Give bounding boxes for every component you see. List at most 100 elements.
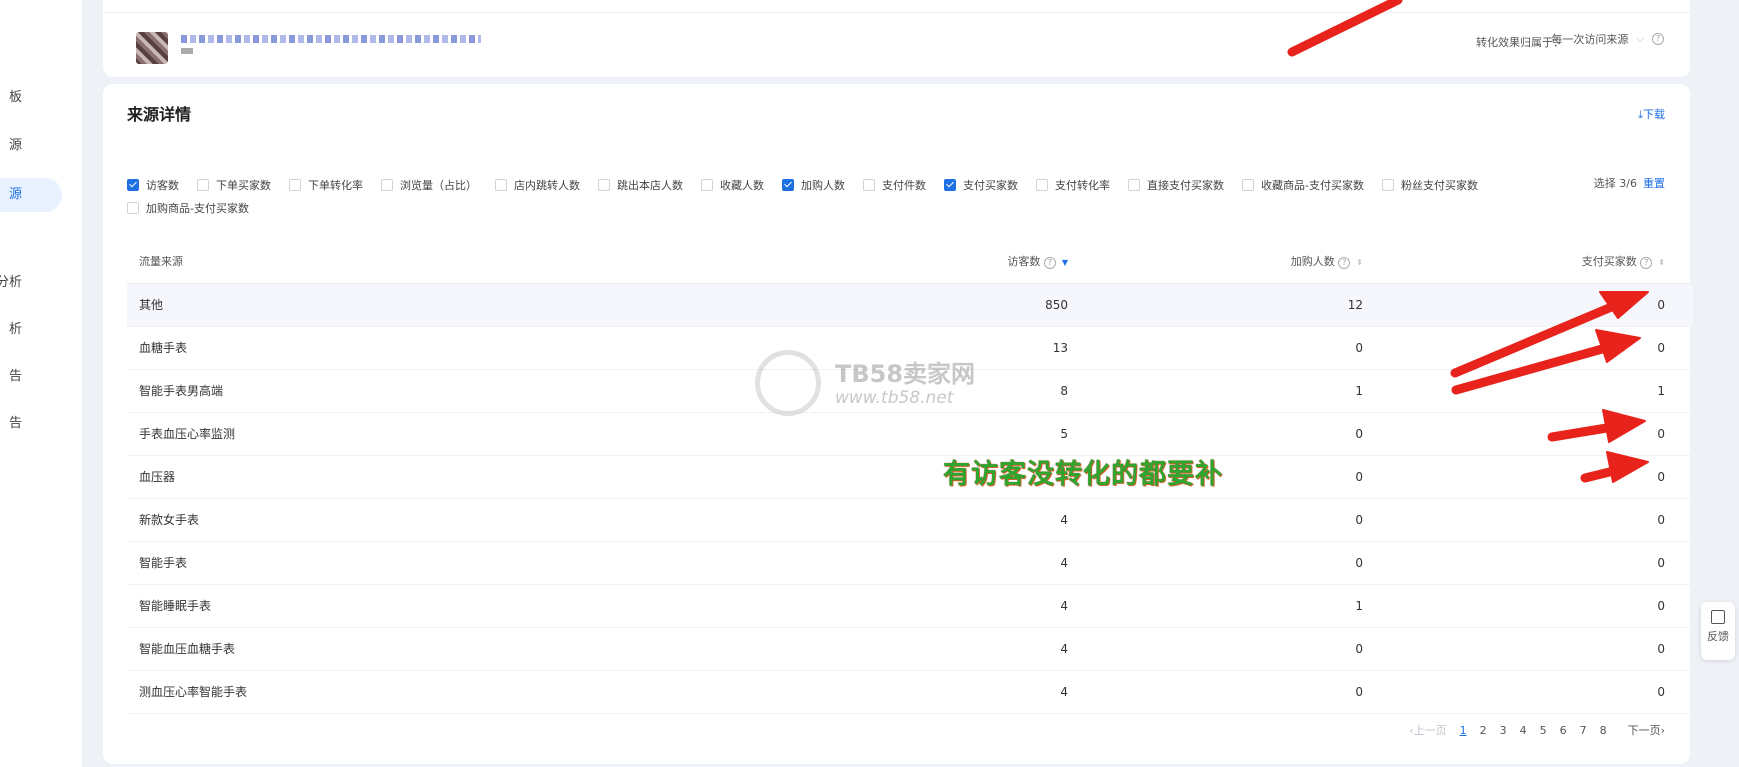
- selection-count-text: 选择 3/6: [1593, 177, 1637, 190]
- table-row[interactable]: 其他 850 12 0: [127, 284, 1693, 327]
- cell-source: 其他: [139, 298, 164, 312]
- filter-in-store-jumps[interactable]: 店内跳转人数: [495, 177, 580, 193]
- sidebar-item-report-2[interactable]: 告: [0, 407, 70, 441]
- filter-cart-item-paying[interactable]: 加购商品-支付买家数: [127, 200, 249, 216]
- table-row[interactable]: 新款女手表 4 0 0: [127, 499, 1693, 542]
- cell-visitors: 4: [1060, 556, 1068, 570]
- help-icon[interactable]: ?: [1338, 257, 1351, 269]
- checkbox[interactable]: [1036, 178, 1048, 191]
- filter-order-buyers[interactable]: 下单买家数: [197, 177, 271, 193]
- sort-desc-icon[interactable]: ▼: [1062, 258, 1068, 267]
- checkbox[interactable]: [197, 178, 209, 191]
- filter-paying-buyers[interactable]: 支付买家数: [944, 177, 1018, 193]
- column-header-paying-buyers[interactable]: 支付买家数 ? ⬍: [1582, 241, 1665, 284]
- checkbox[interactable]: [863, 178, 875, 191]
- checkbox[interactable]: [381, 178, 393, 191]
- checkbox[interactable]: [495, 178, 507, 191]
- shop-avatar: [136, 32, 168, 64]
- divider: [103, 12, 1690, 13]
- help-icon[interactable]: ?: [1640, 257, 1653, 269]
- checkbox[interactable]: [782, 178, 794, 191]
- prev-page-button[interactable]: ‹上一页: [1409, 722, 1446, 738]
- filter-pay-conversion[interactable]: 支付转化率: [1036, 177, 1110, 193]
- cell-add-to-cart: 0: [1355, 513, 1363, 527]
- sort-icon[interactable]: ⬍: [1356, 258, 1363, 267]
- table-row[interactable]: 智能睡眠手表 4 1 0: [127, 585, 1693, 628]
- cell-visitors: 4: [1060, 599, 1068, 613]
- selection-count: 选择 3/6 重置: [1594, 175, 1665, 191]
- checkbox[interactable]: [1128, 178, 1140, 191]
- cell-add-to-cart: 0: [1355, 470, 1363, 484]
- column-header-source: 流量来源: [139, 255, 183, 268]
- annotation-text: 有访客没转化的都要补: [943, 459, 1223, 490]
- page-7[interactable]: 7: [1580, 724, 1587, 737]
- table-row[interactable]: 智能手表 4 0 0: [127, 542, 1693, 585]
- filter-fan-paying[interactable]: 粉丝支付买家数: [1381, 177, 1478, 193]
- sidebar-item-source[interactable]: 源: [0, 129, 70, 163]
- cell-source: 测血压心率智能手表: [139, 685, 248, 699]
- cell-add-to-cart: 0: [1355, 642, 1363, 656]
- cell-paying-buyers: 0: [1657, 513, 1665, 527]
- filter-paid-items[interactable]: 支付件数: [863, 177, 926, 193]
- watermark-title: TB58卖家网: [835, 360, 976, 388]
- column-label: 支付买家数: [1581, 255, 1637, 268]
- filter-order-conversion[interactable]: 下单转化率: [289, 177, 363, 193]
- cell-paying-buyers: 1: [1657, 384, 1665, 398]
- help-icon[interactable]: ?: [1652, 33, 1664, 45]
- filter-bounce[interactable]: 跳出本店人数: [598, 177, 683, 193]
- help-icon[interactable]: ?: [1043, 257, 1056, 269]
- reset-link[interactable]: 重置: [1643, 177, 1665, 190]
- cell-source: 新款女手表: [139, 513, 200, 527]
- cell-visitors: 4: [1060, 685, 1068, 699]
- page-4[interactable]: 4: [1520, 724, 1527, 737]
- sidebar-item-board[interactable]: 板: [0, 81, 70, 115]
- filter-direct-paying-buyers[interactable]: 直接支付买家数: [1128, 177, 1224, 193]
- checkbox[interactable]: [1242, 178, 1254, 191]
- cell-visitors: 4: [1060, 642, 1068, 656]
- sidebar-item-report[interactable]: 告: [0, 360, 70, 394]
- page-3[interactable]: 3: [1500, 724, 1507, 737]
- shop-name-redacted: [181, 35, 481, 43]
- feedback-label: 反馈: [1707, 630, 1729, 643]
- filter-visitors[interactable]: 访客数: [127, 177, 179, 193]
- page-6[interactable]: 6: [1560, 724, 1567, 737]
- checkbox[interactable]: [701, 178, 713, 191]
- sidebar-item-source-active[interactable]: 源: [0, 178, 62, 212]
- filter-add-to-cart[interactable]: 加购人数: [782, 177, 845, 193]
- table-row[interactable]: 智能血压血糖手表 4 0 0: [127, 628, 1693, 671]
- column-header-visitors[interactable]: 访客数 ? ▼: [1007, 241, 1068, 284]
- sort-icon[interactable]: ⬍: [1658, 258, 1665, 267]
- pagination: ‹上一页 1 2 3 4 5 6 7 8 下一页›: [1409, 722, 1665, 738]
- filter-pageviews[interactable]: 浏览量（占比）: [381, 177, 477, 193]
- checkbox[interactable]: [944, 178, 956, 191]
- filter-fav-item-paying[interactable]: 收藏商品-支付买家数: [1242, 177, 1364, 193]
- table-row[interactable]: 血压器 0 0: [127, 456, 1693, 499]
- sidebar-item-analysis-2[interactable]: 析: [0, 313, 70, 347]
- filter-favorites[interactable]: 收藏人数: [701, 177, 764, 193]
- metric-filters: 访客数 下单买家数 下单转化率 浏览量（占比） 店内跳转人数 跳出本店人数 收藏…: [127, 173, 1527, 219]
- download-button[interactable]: ⤓下载: [1638, 106, 1665, 122]
- page-8[interactable]: 8: [1600, 724, 1607, 737]
- cell-paying-buyers: 0: [1657, 427, 1665, 441]
- checkbox[interactable]: [127, 178, 139, 191]
- next-page-button[interactable]: 下一页›: [1628, 722, 1665, 738]
- page-5[interactable]: 5: [1540, 724, 1547, 737]
- attribution-select[interactable]: 每一次访问来源 ⌵ ?: [1551, 28, 1664, 50]
- checkbox[interactable]: [127, 201, 139, 214]
- checkbox[interactable]: [1381, 178, 1394, 191]
- cell-source: 智能睡眠手表: [139, 599, 212, 613]
- sidebar-item-unlabeled[interactable]: [0, 226, 70, 260]
- feedback-button[interactable]: 反馈: [1701, 602, 1735, 660]
- chevron-down-icon: ⌵: [1636, 33, 1644, 45]
- cell-source: 智能手表: [139, 556, 188, 570]
- cell-source: 智能血压血糖手表: [139, 642, 236, 656]
- sidebar-item-analysis[interactable]: 分析: [0, 266, 70, 300]
- column-header-add-to-cart[interactable]: 加购人数 ? ⬍: [1291, 241, 1363, 284]
- table-row[interactable]: 测血压心率智能手表 4 0 0: [127, 671, 1693, 714]
- checkbox[interactable]: [289, 178, 301, 191]
- cell-source: 智能手表男高端: [139, 384, 224, 398]
- page-2[interactable]: 2: [1480, 724, 1487, 737]
- cell-add-to-cart: 12: [1347, 298, 1363, 312]
- checkbox[interactable]: [598, 178, 610, 191]
- page-1[interactable]: 1: [1460, 724, 1467, 737]
